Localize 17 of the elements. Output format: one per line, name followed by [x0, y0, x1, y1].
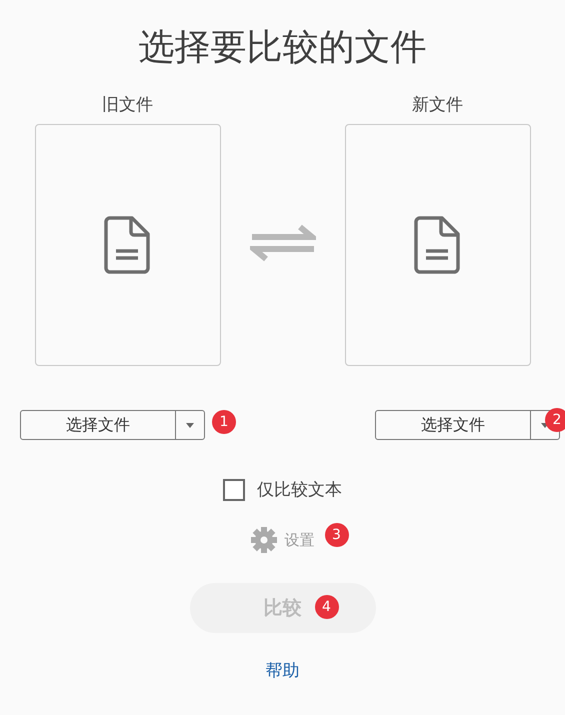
checkbox-label: 仅比较文本	[257, 479, 342, 501]
document-icon	[414, 216, 462, 274]
file-label: 新文件	[412, 94, 463, 117]
help-link[interactable]: 帮助	[266, 659, 300, 682]
number-badge: 2	[545, 408, 565, 432]
document-icon	[104, 216, 152, 274]
caret-icon	[186, 422, 194, 428]
number-badge: 3	[324, 523, 348, 547]
page-title: 选择要比较的文件	[138, 26, 428, 70]
file-label: 旧文件	[102, 94, 153, 117]
checkbox[interactable]	[223, 478, 245, 500]
file-drop-area[interactable]	[34, 124, 220, 366]
swap-icon	[250, 224, 316, 262]
choose-file-dropdown[interactable]: 选择文件	[20, 410, 205, 440]
number-badge: 1	[212, 410, 236, 434]
file-drop-area[interactable]	[344, 124, 530, 366]
settings-icon	[250, 527, 276, 553]
